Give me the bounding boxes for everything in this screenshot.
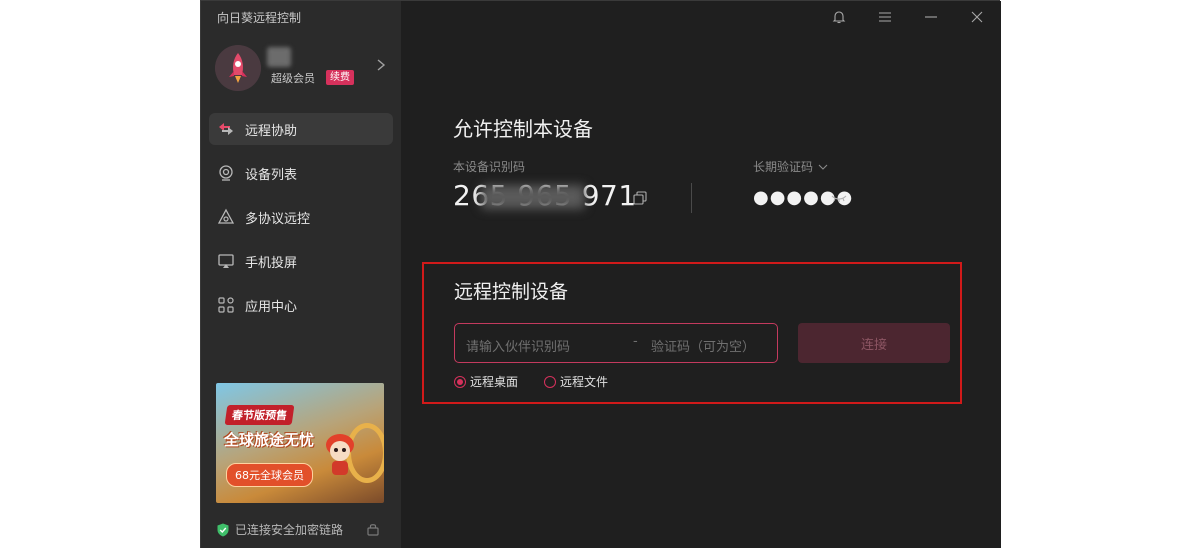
remote-file-label[interactable]: 远程文件 — [560, 373, 608, 390]
partner-id-placeholder[interactable]: 请输入伙伴识别码 — [466, 336, 570, 355]
sidebar-nav: 远程协助 设备列表 多协议远控 手机投屏 应用中心 — [209, 113, 393, 333]
verify-code-label[interactable]: 长期验证码 — [753, 158, 829, 175]
lion-mascot-icon — [326, 434, 354, 475]
rocket-avatar-icon — [215, 45, 261, 91]
sidebar-item-label: 多协议远控 — [245, 211, 311, 227]
promo-title: 全球旅途无忧 — [224, 431, 315, 449]
divider — [691, 183, 692, 213]
device-list-icon — [217, 164, 235, 182]
screen-cast-icon — [217, 252, 235, 270]
sidebar-item-label: 手机投屏 — [245, 255, 298, 271]
promo-tag: 春节版预售 — [224, 405, 295, 425]
device-id-blur — [481, 185, 585, 209]
input-separator: - — [633, 334, 638, 349]
sidebar: 向日葵远程控制 超级会员 续费 远程协助 设备列表 多协议远控 手机投屏 应用中… — [201, 1, 401, 548]
connection-type-options: 远程桌面 远程文件 — [454, 373, 634, 390]
avatar[interactable] — [215, 45, 261, 91]
remote-desktop-radio[interactable] — [454, 375, 466, 388]
shield-check-icon — [217, 523, 229, 536]
allow-control-title: 允许控制本设备 — [453, 117, 593, 141]
member-level: 超级会员 — [271, 72, 315, 85]
device-id-label: 本设备识别码 — [453, 160, 526, 174]
sidebar-item-screen-cast[interactable]: 手机投屏 — [209, 245, 393, 277]
sidebar-item-label: 应用中心 — [245, 299, 298, 315]
secure-status: 已连接安全加密链路 — [217, 521, 343, 538]
remote-assist-icon — [217, 120, 235, 138]
sidebar-item-device-list[interactable]: 设备列表 — [209, 157, 393, 189]
remote-desktop-label[interactable]: 远程桌面 — [470, 373, 518, 390]
partner-code-input[interactable]: 请输入伙伴识别码 - 验证码（可为空） — [454, 323, 778, 363]
renew-badge[interactable]: 续费 — [326, 70, 354, 85]
app-title: 向日葵远程控制 — [217, 11, 302, 25]
sidebar-item-label: 远程协助 — [245, 123, 298, 139]
menu-icon[interactable] — [877, 9, 893, 25]
chevron-right-icon[interactable] — [375, 57, 387, 73]
promo-banner[interactable]: 春节版预售 全球旅途无忧 68元全球会员 — [216, 383, 384, 503]
sidebar-item-multi-protocol[interactable]: 多协议远控 — [209, 201, 393, 233]
connect-button[interactable]: 连接 — [798, 323, 950, 363]
profile-card[interactable]: 超级会员 续费 — [215, 45, 391, 91]
verify-code-placeholder[interactable]: 验证码（可为空） — [651, 336, 755, 355]
close-icon[interactable] — [969, 9, 985, 25]
copy-icon[interactable] — [633, 191, 647, 205]
lock-icon[interactable] — [367, 522, 379, 536]
main-panel: 允许控制本设备 本设备识别码 265 965 971 长期验证码 ●●●●●● … — [401, 1, 1001, 548]
sidebar-item-app-center[interactable]: 应用中心 — [209, 289, 393, 321]
eye-closed-icon[interactable] — [831, 193, 847, 203]
sidebar-item-remote-assist[interactable]: 远程协助 — [209, 113, 393, 145]
sidebar-item-label: 设备列表 — [245, 167, 298, 183]
remote-file-radio[interactable] — [544, 375, 557, 388]
secure-status-text: 已连接安全加密链路 — [235, 523, 344, 537]
chevron-down-icon[interactable] — [817, 162, 829, 172]
notification-bell-icon[interactable] — [831, 9, 847, 25]
remote-control-title: 远程控制设备 — [454, 281, 569, 303]
remote-control-section: 远程控制设备 请输入伙伴识别码 - 验证码（可为空） 连接 远程桌面 远程文件 — [422, 262, 962, 404]
verify-code-label-text: 长期验证码 — [753, 160, 814, 174]
minimize-icon[interactable] — [923, 9, 939, 25]
multi-protocol-icon — [217, 208, 235, 226]
username-blurred — [267, 47, 291, 67]
app-center-icon — [217, 296, 235, 314]
app-window: 向日葵远程控制 超级会员 续费 远程协助 设备列表 多协议远控 手机投屏 应用中… — [200, 0, 1001, 548]
promo-button[interactable]: 68元全球会员 — [226, 463, 313, 487]
